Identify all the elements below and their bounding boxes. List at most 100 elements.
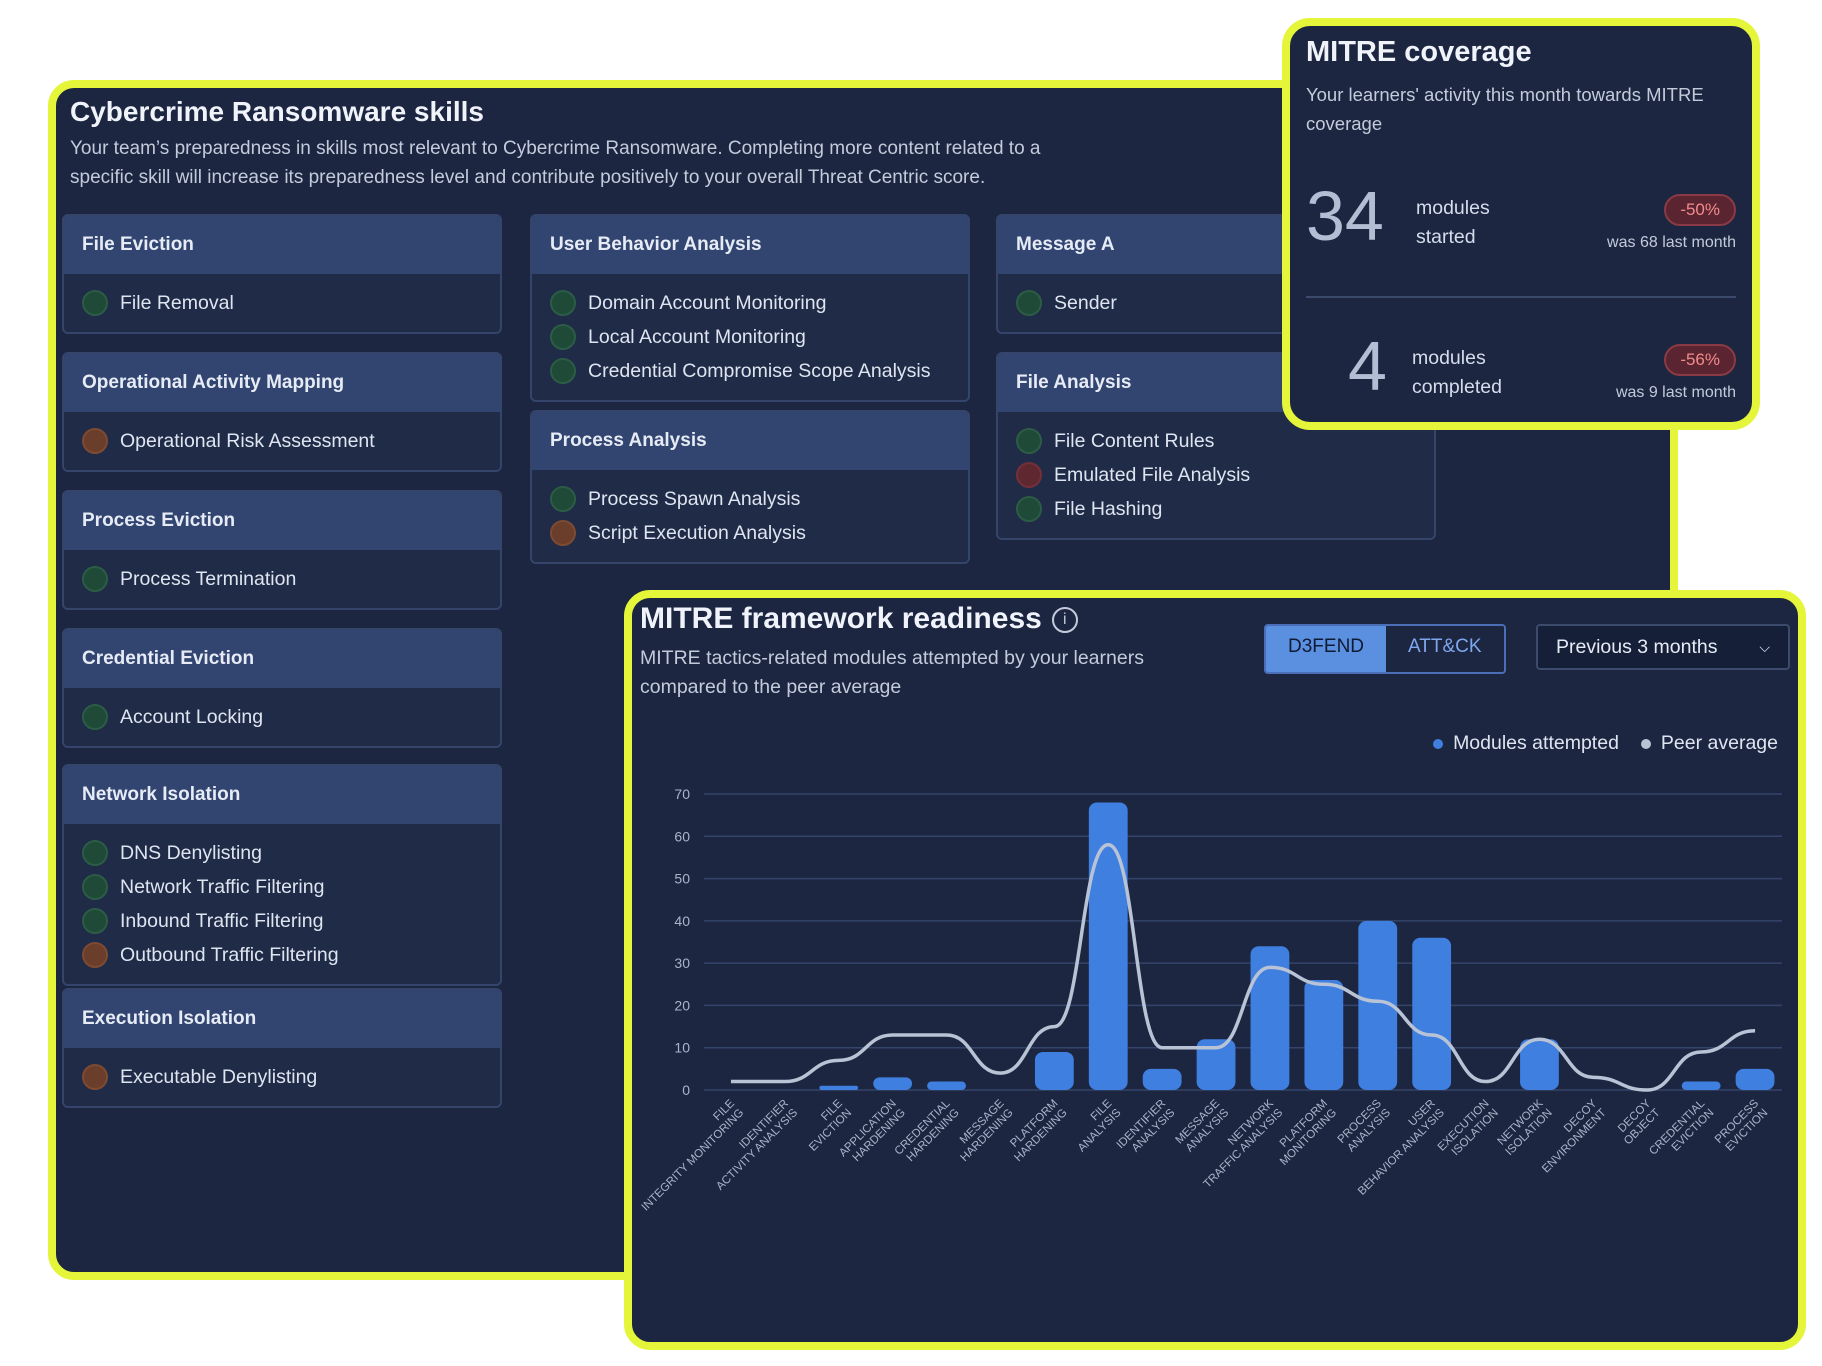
skill-item[interactable]: Process Spawn Analysis (550, 482, 950, 516)
y-tick-label: 60 (674, 828, 690, 844)
x-tick-label: IDENTIFIERANALYSIS (1115, 1097, 1178, 1160)
preparedness-status-dot (550, 324, 576, 350)
modules-started-previous: was 68 last month (1607, 234, 1736, 251)
mitre-coverage-panel: MITRE coverage Your learners' activity t… (1282, 18, 1760, 430)
y-tick-label: 30 (674, 955, 690, 971)
skill-card-title: Operational Activity Mapping (64, 354, 500, 412)
skill-item[interactable]: Inbound Traffic Filtering (82, 904, 482, 938)
skill-item[interactable]: Operational Risk Assessment (82, 424, 482, 458)
period-select-value: Previous 3 months (1556, 636, 1718, 658)
skill-list: Executable Denylisting (64, 1048, 500, 1094)
x-tick-label: APPLICATIONHARDENING (837, 1098, 908, 1169)
skill-item[interactable]: Credential Compromise Scope Analysis (550, 354, 950, 388)
modules-started-count: 34 (1306, 177, 1384, 255)
y-tick-label: 50 (674, 871, 690, 887)
preparedness-status-dot (82, 428, 108, 454)
period-select[interactable]: Previous 3 months ⌵ (1536, 624, 1790, 670)
bar-6 (1034, 1051, 1074, 1090)
skill-card-credential-eviction: Credential Eviction Account Locking (62, 628, 502, 748)
skill-card-execution-isolation: Execution Isolation Executable Denylistin… (62, 988, 502, 1108)
modules-completed-label-line2: completed (1412, 376, 1502, 398)
y-tick-label: 10 (674, 1040, 690, 1056)
skill-item[interactable]: Script Execution Analysis (550, 516, 950, 550)
skill-label: Domain Account Monitoring (588, 291, 827, 314)
coverage-divider (1306, 296, 1736, 298)
skill-list: Operational Risk Assessment (64, 412, 500, 458)
preparedness-status-dot (1016, 462, 1042, 488)
x-tick-label: PLATFORMHARDENING (1003, 1098, 1070, 1165)
x-tick-label: NETWORKISOLATION (1494, 1097, 1555, 1158)
skill-card-title: File Eviction (64, 216, 500, 274)
skill-label: Inbound Traffic Filtering (120, 909, 324, 932)
skill-label: Network Traffic Filtering (120, 875, 325, 898)
x-tick-label: CREDENTIALEVICTION (1647, 1097, 1717, 1167)
bar-3 (873, 1077, 913, 1090)
bar-13 (1412, 937, 1452, 1090)
skill-card-operational-activity-mapping: Operational Activity Mapping Operational … (62, 352, 502, 472)
skill-item[interactable]: DNS Denylisting (82, 836, 482, 870)
x-tick-label: CREDENTIALHARDENING (893, 1097, 963, 1167)
skill-card-file-eviction: File Eviction File Removal (62, 214, 502, 334)
x-tick-label: PLATFORMMONITORING (1269, 1098, 1339, 1168)
x-tick-label: EXECUTIONISOLATION (1436, 1098, 1501, 1163)
skill-item[interactable]: Executable Denylisting (82, 1060, 482, 1094)
skill-card-process-eviction: Process Eviction Process Termination (62, 490, 502, 610)
skill-label: Operational Risk Assessment (120, 429, 375, 452)
x-tick-label: DECOYENVIRONMENT (1531, 1097, 1609, 1175)
readiness-chart: 010203040506070FILEINTEGRITY MONITORINGI… (640, 786, 1782, 1214)
legend-label-peer: Peer average (1660, 732, 1778, 754)
modules-started-change-badge: -50% (1664, 194, 1736, 226)
y-tick-label: 40 (674, 913, 690, 929)
x-tick-label: PROCESSANALYSIS (1336, 1097, 1394, 1155)
bar-19 (1735, 1068, 1775, 1090)
info-icon[interactable]: i (1051, 607, 1078, 634)
skill-card-title: Execution Isolation (64, 990, 500, 1048)
legend-dot-peer (1640, 738, 1651, 749)
skill-item[interactable]: Local Account Monitoring (550, 320, 950, 354)
bar-18 (1681, 1081, 1721, 1090)
x-tick-label-line: BEHAVIOR ANALYSIS (1356, 1107, 1447, 1198)
preparedness-status-dot (550, 290, 576, 316)
preparedness-status-dot (82, 290, 108, 316)
skill-label: File Hashing (1054, 497, 1163, 520)
skill-label: File Removal (120, 291, 234, 314)
skill-card-network-isolation: Network Isolation DNS Denylisting Network … (62, 764, 502, 986)
preparedness-status-dot (550, 358, 576, 384)
legend-modules-attempted[interactable]: Modules attempted (1433, 732, 1619, 755)
skills-panel-title: Cybercrime Ransomware skills (70, 96, 484, 127)
peer-average-line (730, 842, 1756, 1092)
skill-item[interactable]: Domain Account Monitoring (550, 286, 950, 320)
tab-attack[interactable]: ATT&CK (1386, 626, 1504, 672)
preparedness-status-dot (82, 1064, 108, 1090)
preparedness-status-dot (82, 566, 108, 592)
tab-d3fend[interactable]: D3FEND (1266, 626, 1387, 672)
skill-list: DNS Denylisting Network Traffic Filtering… (64, 824, 500, 972)
skill-label: Executable Denylisting (120, 1065, 318, 1088)
chart-legend: Modules attempted Peer average (1433, 732, 1778, 755)
modules-completed-count: 4 (1348, 327, 1387, 405)
preparedness-status-dot (82, 874, 108, 900)
skill-label: Local Account Monitoring (588, 325, 806, 348)
modules-started-label-line2: started (1416, 226, 1476, 248)
skill-label: Sender (1054, 291, 1117, 314)
skill-item[interactable]: File Removal (82, 286, 482, 320)
preparedness-status-dot (550, 486, 576, 512)
bar-8 (1142, 1068, 1182, 1090)
y-tick-label: 70 (674, 786, 690, 802)
skill-label: Credential Compromise Scope Analysis (588, 359, 931, 382)
legend-peer-average[interactable]: Peer average (1640, 732, 1778, 755)
skills-panel-description: Your team’s preparedness in skills most … (70, 138, 1041, 188)
x-tick-label: PROCESSEVICTION (1713, 1097, 1771, 1155)
skill-item[interactable]: Emulated File Analysis (1016, 458, 1416, 492)
skill-item[interactable]: Process Termination (82, 562, 482, 596)
skill-item[interactable]: Account Locking (82, 700, 482, 734)
skill-item[interactable]: Network Traffic Filtering (82, 870, 482, 904)
preparedness-status-dot (82, 704, 108, 730)
x-tick-label-line: INTEGRITY MONITORING (640, 1107, 747, 1214)
skill-card-title: User Behavior Analysis (532, 216, 968, 274)
modules-completed-label-line1: modules (1412, 347, 1486, 369)
skill-item[interactable]: File Hashing (1016, 492, 1416, 526)
x-tick-label: FILEANALYSIS (1067, 1097, 1124, 1154)
preparedness-status-dot (1016, 428, 1042, 454)
skill-item[interactable]: Outbound Traffic Filtering (82, 938, 482, 972)
